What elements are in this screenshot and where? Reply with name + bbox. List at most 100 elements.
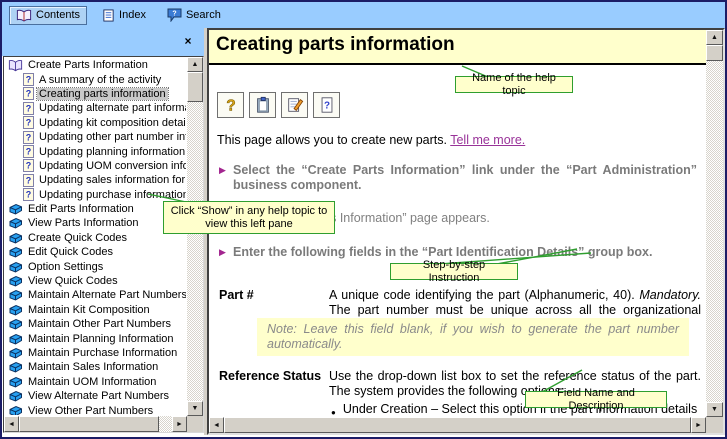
svg-text:?: ? bbox=[26, 103, 32, 113]
closed-book-icon bbox=[8, 232, 23, 244]
topic-horizontal-scrollbar[interactable]: ◄ ► bbox=[209, 417, 706, 433]
tree-item-label: View Parts Information bbox=[26, 217, 140, 229]
tree-item-label: Updating other part number inform bbox=[37, 131, 186, 143]
scroll-right-icon[interactable]: ► bbox=[172, 416, 187, 432]
tree-item[interactable]: ?Updating UOM conversion informa bbox=[5, 159, 186, 173]
topic-vertical-scrollbar[interactable]: ▲ ▼ bbox=[706, 30, 723, 417]
tree-item[interactable]: ?Updating kit composition details fo bbox=[5, 116, 186, 130]
open-book-icon bbox=[8, 59, 23, 72]
notepad-pencil-icon[interactable] bbox=[281, 92, 308, 118]
tree-item-label: Edit Parts Information bbox=[26, 203, 136, 215]
tree-item[interactable]: ?Creating parts information bbox=[5, 87, 186, 101]
step-text: Select the “Create Parts Information” li… bbox=[233, 163, 697, 193]
closed-book-icon bbox=[8, 304, 23, 316]
tree-item[interactable]: ?Updating purchase information bbox=[5, 188, 186, 202]
tree-item[interactable]: Maintain Kit Composition bbox=[5, 303, 186, 317]
svg-text:?: ? bbox=[172, 11, 176, 18]
help-question-icon[interactable]: ? bbox=[217, 92, 244, 118]
tab-label: Search bbox=[186, 9, 221, 21]
scroll-up-icon[interactable]: ▲ bbox=[706, 30, 723, 45]
tree-item[interactable]: Maintain Planning Information bbox=[5, 331, 186, 345]
closed-book-icon bbox=[8, 289, 23, 301]
tree-item-label: A summary of the activity bbox=[37, 74, 163, 86]
tab-index[interactable]: Index bbox=[96, 7, 152, 24]
tree-item[interactable]: Maintain Other Part Numbers bbox=[5, 317, 186, 331]
closed-book-icon bbox=[8, 275, 23, 287]
search-bubble-icon: ? bbox=[167, 8, 182, 22]
field-label: Reference Status bbox=[219, 369, 321, 383]
closed-book-icon bbox=[8, 347, 23, 359]
tree-item[interactable]: Maintain Alternate Part Numbers bbox=[5, 288, 186, 302]
tree-item[interactable]: Edit Quick Codes bbox=[5, 245, 186, 259]
tree-item[interactable]: ?Updating other part number inform bbox=[5, 130, 186, 144]
callout-field-name-description: Field Name and Description bbox=[525, 391, 667, 408]
field-label: Part # bbox=[219, 288, 254, 302]
tree-item-label: Updating kit composition details fo bbox=[37, 117, 186, 129]
callout-name-of-help-topic: Name of the help topic bbox=[455, 76, 573, 93]
tree-scroll-thumb[interactable] bbox=[187, 72, 203, 102]
step-item: ▶ Enter the following fields in the “Par… bbox=[219, 245, 697, 260]
tree-item-label: View Quick Codes bbox=[26, 275, 120, 287]
help-page-icon: ? bbox=[23, 159, 34, 172]
tree-item[interactable]: Maintain Purchase Information bbox=[5, 346, 186, 360]
tab-search[interactable]: ? Search bbox=[161, 6, 227, 24]
close-icon[interactable]: × bbox=[181, 34, 195, 48]
tree-item-label: Create Parts Information bbox=[26, 59, 150, 71]
index-page-icon bbox=[102, 9, 115, 22]
contents-tree-panel: Create Parts Information? A summary of th… bbox=[3, 56, 204, 433]
tree-item[interactable]: Edit Parts Information bbox=[5, 202, 186, 216]
tab-label: Index bbox=[119, 9, 146, 21]
intro-text: This page allows you to create new parts… bbox=[217, 133, 450, 147]
page-question-icon[interactable]: ? bbox=[313, 92, 340, 118]
tree-item-label: View Other Part Numbers bbox=[26, 405, 155, 415]
intro-paragraph: This page allows you to create new parts… bbox=[217, 133, 525, 147]
field-desc-text: A unique code identifying the part (Alph… bbox=[329, 288, 639, 302]
tree-vertical-scrollbar[interactable]: ▲ ▼ bbox=[187, 57, 203, 416]
topic-scroll-thumb[interactable] bbox=[706, 45, 723, 61]
scroll-up-icon[interactable]: ▲ bbox=[187, 57, 203, 72]
tree-hscroll-thumb[interactable] bbox=[19, 416, 159, 432]
tree-item[interactable]: Create Quick Codes bbox=[5, 231, 186, 245]
tell-me-more-link[interactable]: Tell me more. bbox=[450, 133, 525, 147]
tree-item[interactable]: View Parts Information bbox=[5, 216, 186, 230]
topic-hscroll-thumb[interactable] bbox=[224, 417, 691, 433]
field-desc-italic: Mandatory. bbox=[639, 288, 701, 302]
scroll-right-icon[interactable]: ► bbox=[691, 417, 706, 433]
tree-item[interactable]: Maintain UOM Information bbox=[5, 375, 186, 389]
help-page-icon: ? bbox=[23, 131, 34, 144]
svg-text:?: ? bbox=[323, 101, 329, 112]
help-page-icon: ? bbox=[23, 174, 34, 187]
tree-item[interactable]: View Alternate Part Numbers bbox=[5, 389, 186, 403]
scroll-left-icon[interactable]: ◄ bbox=[209, 417, 224, 433]
help-page-icon: ? bbox=[23, 73, 34, 86]
tree-item[interactable]: ?Updating planning information for bbox=[5, 144, 186, 158]
closed-book-icon bbox=[8, 405, 23, 415]
scrollbar-corner bbox=[706, 417, 723, 433]
help-viewer-window: Contents Index? Search × Create Parts Info… bbox=[0, 0, 727, 439]
svg-text:?: ? bbox=[26, 75, 32, 85]
tree-item-label: Maintain Other Part Numbers bbox=[26, 318, 173, 330]
tree-horizontal-scrollbar[interactable]: ◄ ► bbox=[4, 416, 187, 432]
step-arrow-icon: ▶ bbox=[219, 163, 233, 193]
tree-item[interactable]: Maintain Sales Information bbox=[5, 360, 186, 374]
clipboard-icon[interactable] bbox=[249, 92, 276, 118]
svg-text:?: ? bbox=[226, 97, 235, 114]
tree-item[interactable]: View Other Part Numbers bbox=[5, 403, 186, 415]
bullet-dot-icon: ● bbox=[331, 402, 336, 417]
scroll-down-icon[interactable]: ▼ bbox=[187, 401, 203, 416]
tree-item-label: Maintain Kit Composition bbox=[26, 304, 152, 316]
tree-item[interactable]: ?Updating alternate part informatio bbox=[5, 101, 186, 115]
help-page-icon: ? bbox=[23, 188, 34, 201]
tab-contents[interactable]: Contents bbox=[9, 6, 87, 25]
tree-item-label: Create Quick Codes bbox=[26, 232, 129, 244]
tree-item[interactable]: Create Parts Information bbox=[5, 58, 186, 72]
closed-book-icon bbox=[8, 217, 23, 229]
tree-item[interactable]: Option Settings bbox=[5, 259, 186, 273]
tree-item[interactable]: ?Updating sales information for a p bbox=[5, 173, 186, 187]
scroll-left-icon[interactable]: ◄ bbox=[4, 416, 19, 432]
scroll-down-icon[interactable]: ▼ bbox=[706, 402, 723, 417]
svg-text:?: ? bbox=[26, 190, 32, 200]
closed-book-icon bbox=[8, 361, 23, 373]
tree-item[interactable]: ? A summary of the activity bbox=[5, 72, 186, 86]
tree-item[interactable]: View Quick Codes bbox=[5, 274, 186, 288]
